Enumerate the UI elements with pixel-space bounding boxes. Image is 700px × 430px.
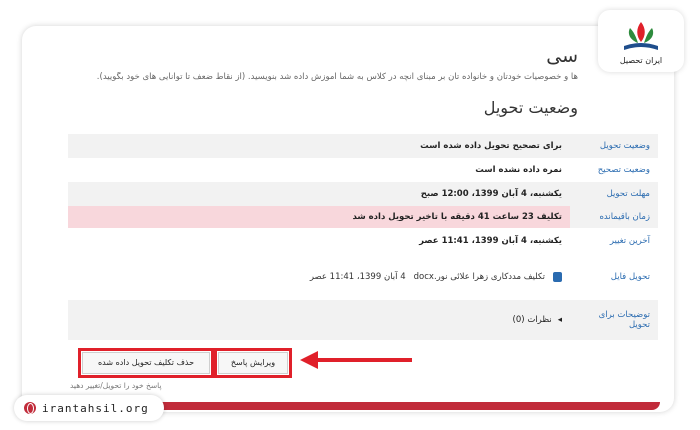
- section-title: وضعیت تحویل: [483, 98, 578, 117]
- row-label: توضیحات برای تحویل: [570, 300, 658, 340]
- submission-status-table: وضعیت تحویل برای تصحیح تحویل داده شده اس…: [68, 134, 658, 340]
- file-date: 4 آبان 1399، 11:41 عصر: [309, 272, 406, 282]
- table-row: توضیحات برای تحویل ◂ نظرات (0): [68, 300, 658, 340]
- comments-label: نظرات (0): [512, 315, 552, 325]
- row-label: وضعیت تحویل: [570, 134, 658, 158]
- row-value: ◂ نظرات (0): [68, 300, 570, 340]
- table-row: زمان باقیمانده تکلیف 23 ساعت 41 دقیقه با…: [68, 206, 658, 228]
- document-icon: [553, 272, 562, 282]
- row-value: تکلیف مددکاری زهرا علائی نور.docx 4 آبان…: [68, 254, 570, 300]
- row-value: یکشنبه، 4 آبان 1399، 12:00 صبح: [68, 182, 570, 206]
- comments-toggle[interactable]: ◂ نظرات (0): [76, 315, 562, 325]
- file-link[interactable]: تکلیف مددکاری زهرا علائی نور.docx: [414, 272, 545, 282]
- edit-submission-button[interactable]: ویرایش پاسخ: [214, 348, 292, 378]
- file-submission: تکلیف مددکاری زهرا علائی نور.docx 4 آبان…: [76, 272, 562, 282]
- assignment-description: ها و خصوصیات خودتان و خانواده تان بر مبن…: [96, 72, 578, 82]
- late-status-value: تکلیف 23 ساعت 41 دقیقه با تاخیر تحویل دا…: [68, 206, 570, 228]
- row-value: یکشنبه، 4 آبان 1399، 11:41 عصر: [68, 228, 570, 254]
- site-badge: irantahsil.org: [14, 395, 164, 421]
- globe-icon: [24, 402, 36, 414]
- site-url: irantahsil.org: [42, 401, 149, 415]
- table-row: وضعیت تصحیح نمره داده نشده است: [68, 158, 658, 182]
- arrow-left-icon: [300, 351, 412, 369]
- table-row: وضعیت تحویل برای تصحیح تحویل داده شده اس…: [68, 134, 658, 158]
- row-label: آخرین تغییر: [570, 228, 658, 254]
- logo-text: ایران تحصیل: [619, 56, 663, 65]
- table-row: تحویل فایل تکلیف مددکاری زهرا علائی نور.…: [68, 254, 658, 300]
- row-label: زمان باقیمانده: [570, 206, 658, 228]
- caret-icon: ◂: [557, 315, 562, 325]
- row-value: برای تصحیح تحویل داده شده است: [68, 134, 570, 158]
- help-note: پاسخ خود را تحویل/تغییر دهید: [70, 381, 162, 390]
- row-label: مهلت تحویل: [570, 182, 658, 206]
- remove-submission-button[interactable]: حذف تکلیف تحویل داده شده: [78, 348, 214, 378]
- table-row: آخرین تغییر یکشنبه، 4 آبان 1399، 11:41 ع…: [68, 228, 658, 254]
- page-heading: سی: [546, 45, 578, 67]
- table-row: مهلت تحویل یکشنبه، 4 آبان 1399، 12:00 صب…: [68, 182, 658, 206]
- row-label: تحویل فایل: [570, 254, 658, 300]
- brand-logo: ایران تحصیل: [598, 10, 684, 72]
- row-label: وضعیت تصحیح: [570, 158, 658, 182]
- row-value: نمره داده نشده است: [68, 158, 570, 182]
- logo-emblem-icon: [624, 22, 658, 50]
